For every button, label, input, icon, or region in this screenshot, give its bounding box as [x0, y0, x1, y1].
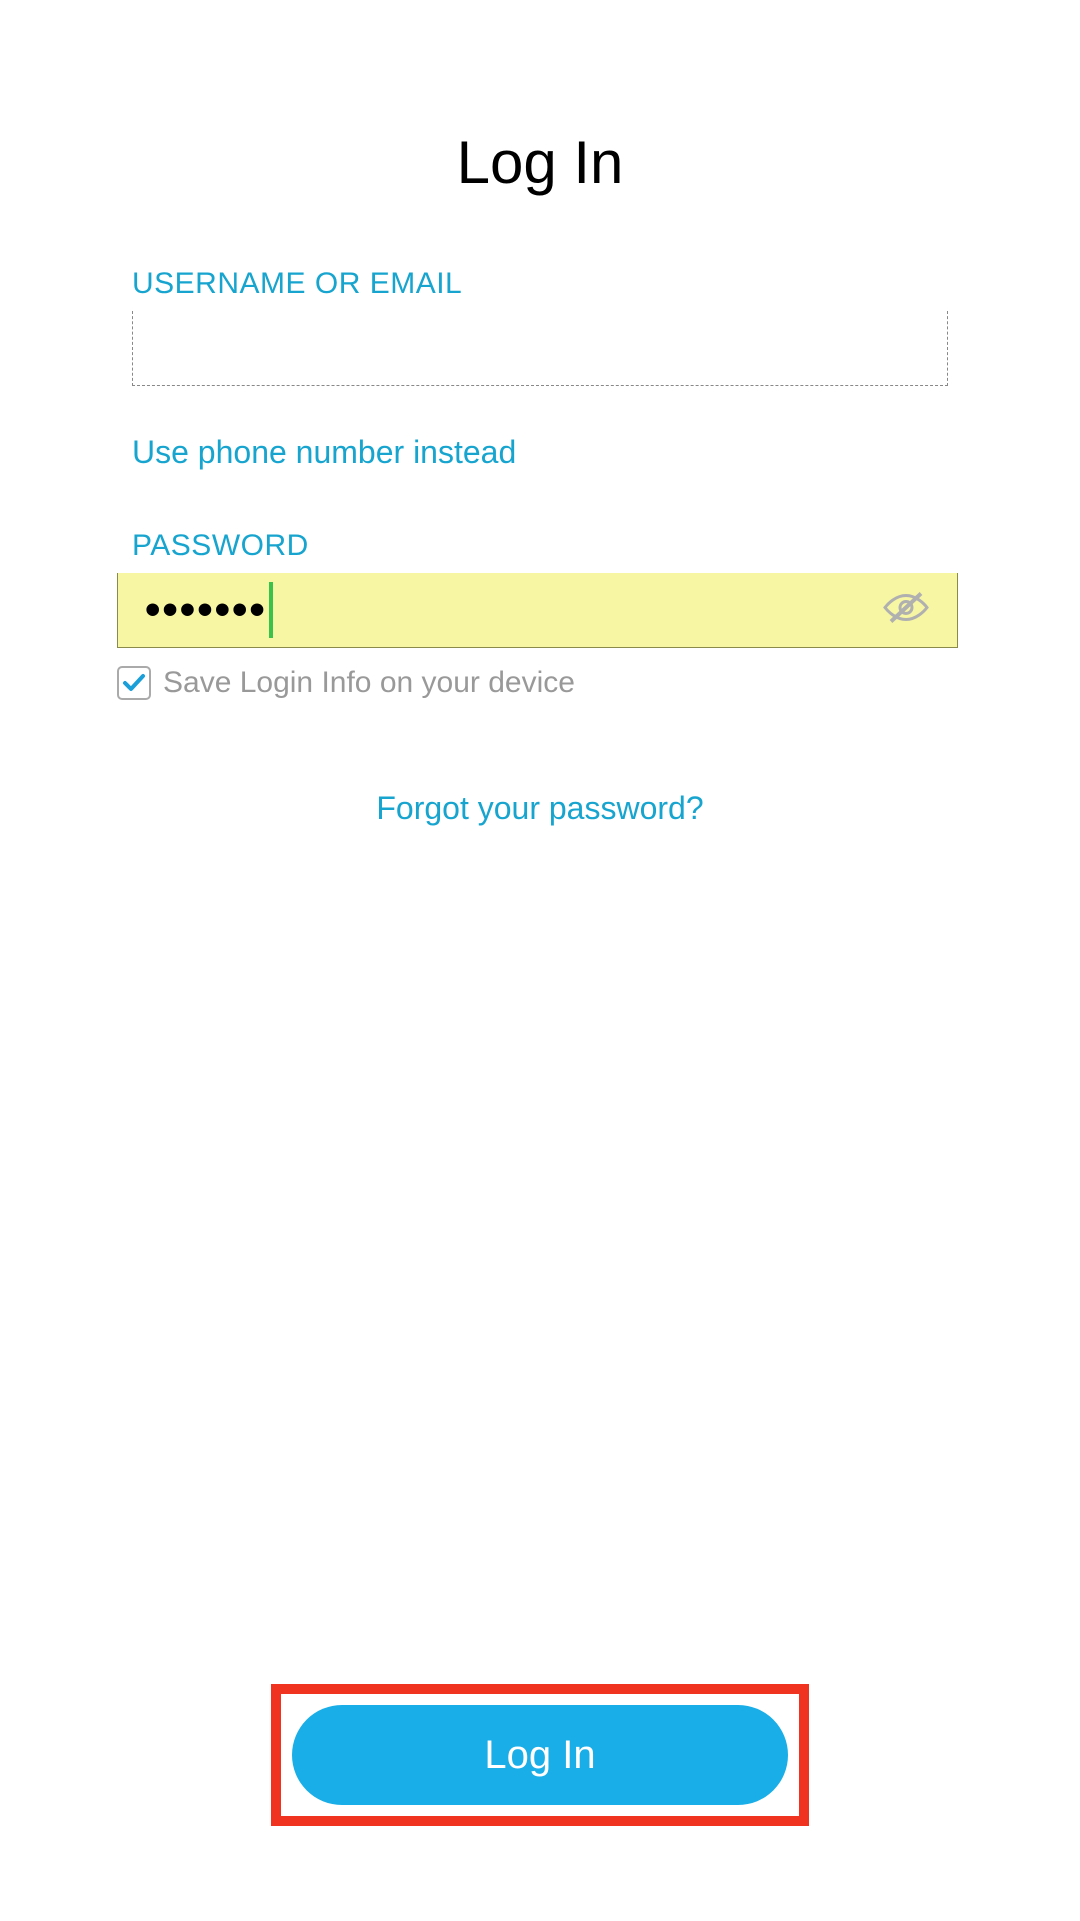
check-icon: [121, 670, 147, 696]
use-phone-link[interactable]: Use phone number instead: [132, 434, 948, 471]
page-title: Log In: [32, 128, 1048, 197]
username-label: USERNAME OR EMAIL: [132, 267, 948, 301]
login-button-highlight: Log In: [271, 1684, 809, 1826]
save-login-label: Save Login Info on your device: [163, 666, 575, 700]
password-masked-value: •••••••: [133, 588, 267, 632]
password-label: PASSWORD: [132, 529, 948, 563]
forgot-password-link[interactable]: Forgot your password?: [132, 790, 948, 827]
password-input-wrapper[interactable]: •••••••: [117, 573, 958, 648]
username-input-wrapper: [132, 311, 948, 386]
text-cursor: [269, 582, 273, 638]
eye-slash-icon[interactable]: [883, 590, 929, 631]
username-input[interactable]: [133, 311, 947, 385]
save-login-checkbox[interactable]: [117, 666, 151, 700]
login-button[interactable]: Log In: [292, 1705, 788, 1805]
